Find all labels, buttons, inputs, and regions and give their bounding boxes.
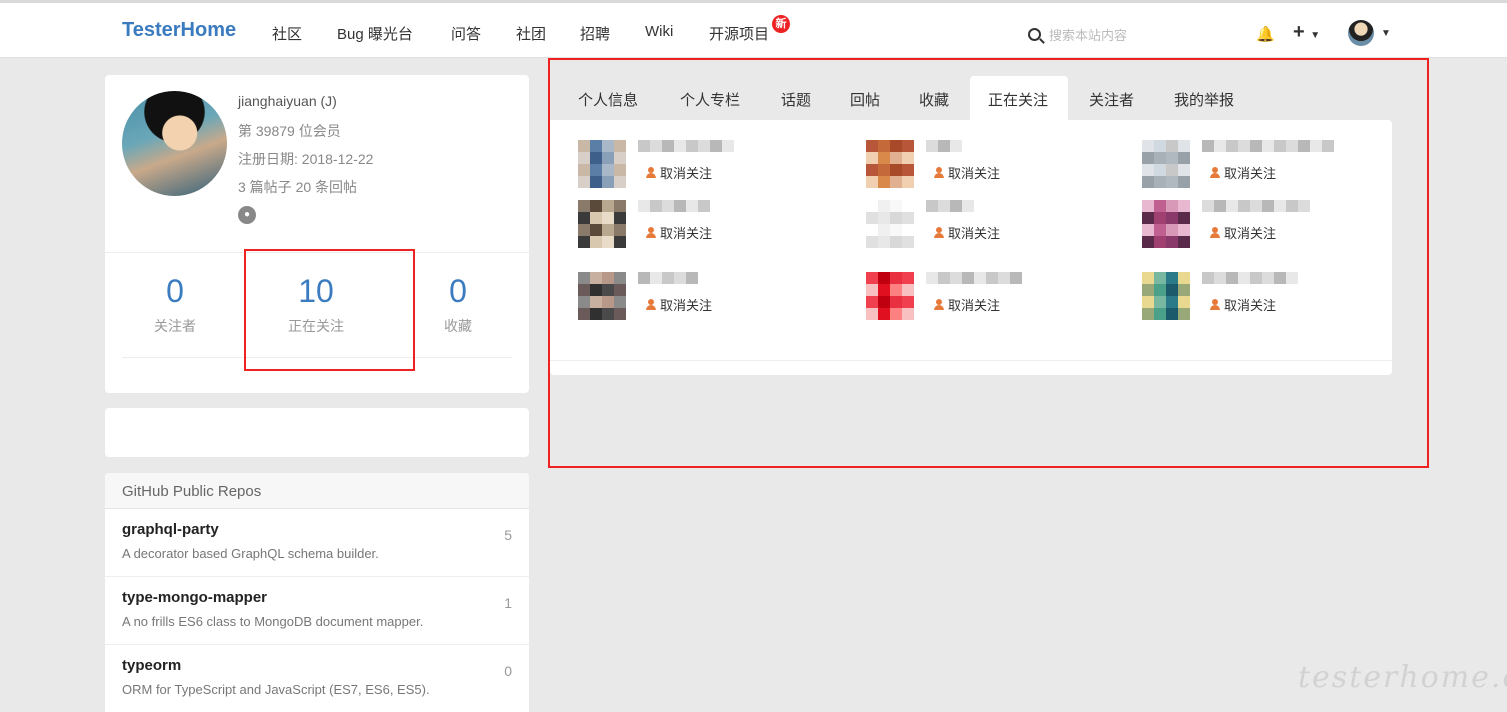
search-box[interactable]: 搜索本站内容: [1028, 25, 1127, 44]
search-input[interactable]: 搜索本站内容: [1049, 25, 1127, 44]
repo-name[interactable]: type-mongo-mapper: [122, 589, 512, 606]
nav-clubs[interactable]: 社团: [516, 23, 546, 44]
repo-description: ORM for TypeScript and JavaScript (ES7, …: [122, 682, 430, 697]
registered-date: 注册日期: 2018-12-22: [238, 151, 374, 167]
nav-opensource[interactable]: 开源项目: [709, 23, 769, 44]
add-menu-button[interactable]: + ▼: [1293, 21, 1320, 44]
empty-card: [105, 408, 529, 457]
repos-title: GitHub Public Repos: [105, 473, 529, 509]
repo-stars: 1: [504, 595, 512, 611]
repo-stars: 5: [504, 527, 512, 543]
top-navbar: TesterHome 社区 Bug 曝光台 问答 社团 招聘 Wiki 开源项目…: [0, 0, 1507, 58]
brand-logo[interactable]: TesterHome: [122, 19, 236, 42]
profile-avatar: [122, 91, 227, 196]
nav-wiki[interactable]: Wiki: [645, 23, 673, 40]
bell-icon[interactable]: 🔔: [1256, 25, 1275, 43]
nav-community[interactable]: 社区: [272, 23, 302, 44]
github-icon[interactable]: ●: [238, 206, 256, 224]
highlight-box-following-list: [548, 58, 1429, 468]
chevron-down-icon[interactable]: ▼: [1381, 28, 1391, 39]
nav-qa[interactable]: 问答: [451, 23, 481, 44]
repo-description: A no frills ES6 class to MongoDB documen…: [122, 614, 424, 629]
chevron-down-icon: ▼: [1310, 30, 1321, 41]
watermark: testerhome.com: [1298, 660, 1507, 695]
repo-item[interactable]: graphql-party A decorator based GraphQL …: [105, 509, 529, 577]
github-repos-card: GitHub Public Repos graphql-party A deco…: [105, 473, 529, 712]
repo-stars: 0: [504, 663, 512, 679]
nav-bug[interactable]: Bug 曝光台: [337, 23, 413, 44]
stat-label: 关注者: [154, 318, 196, 334]
repo-name[interactable]: typeorm: [122, 657, 512, 674]
repo-description: A decorator based GraphQL schema builder…: [122, 546, 379, 561]
post-count: 3 篇帖子 20 条回帖: [238, 179, 358, 195]
profile-name: jianghaiyuan (J): [238, 93, 337, 109]
repo-item[interactable]: type-mongo-mapper A no frills ES6 class …: [105, 577, 529, 645]
repo-name[interactable]: graphql-party: [122, 521, 512, 538]
search-icon: [1028, 28, 1041, 41]
new-badge: 新: [772, 15, 790, 33]
stat-number: 0: [166, 273, 184, 309]
stat-followers[interactable]: 0 关注者: [105, 273, 245, 336]
highlight-box-following-stat: [244, 249, 415, 371]
member-number: 第 39879 位会员: [238, 123, 341, 139]
user-avatar[interactable]: [1348, 20, 1374, 46]
repo-item[interactable]: typeorm ORM for TypeScript and JavaScrip…: [105, 645, 529, 712]
nav-jobs[interactable]: 招聘: [580, 23, 610, 44]
